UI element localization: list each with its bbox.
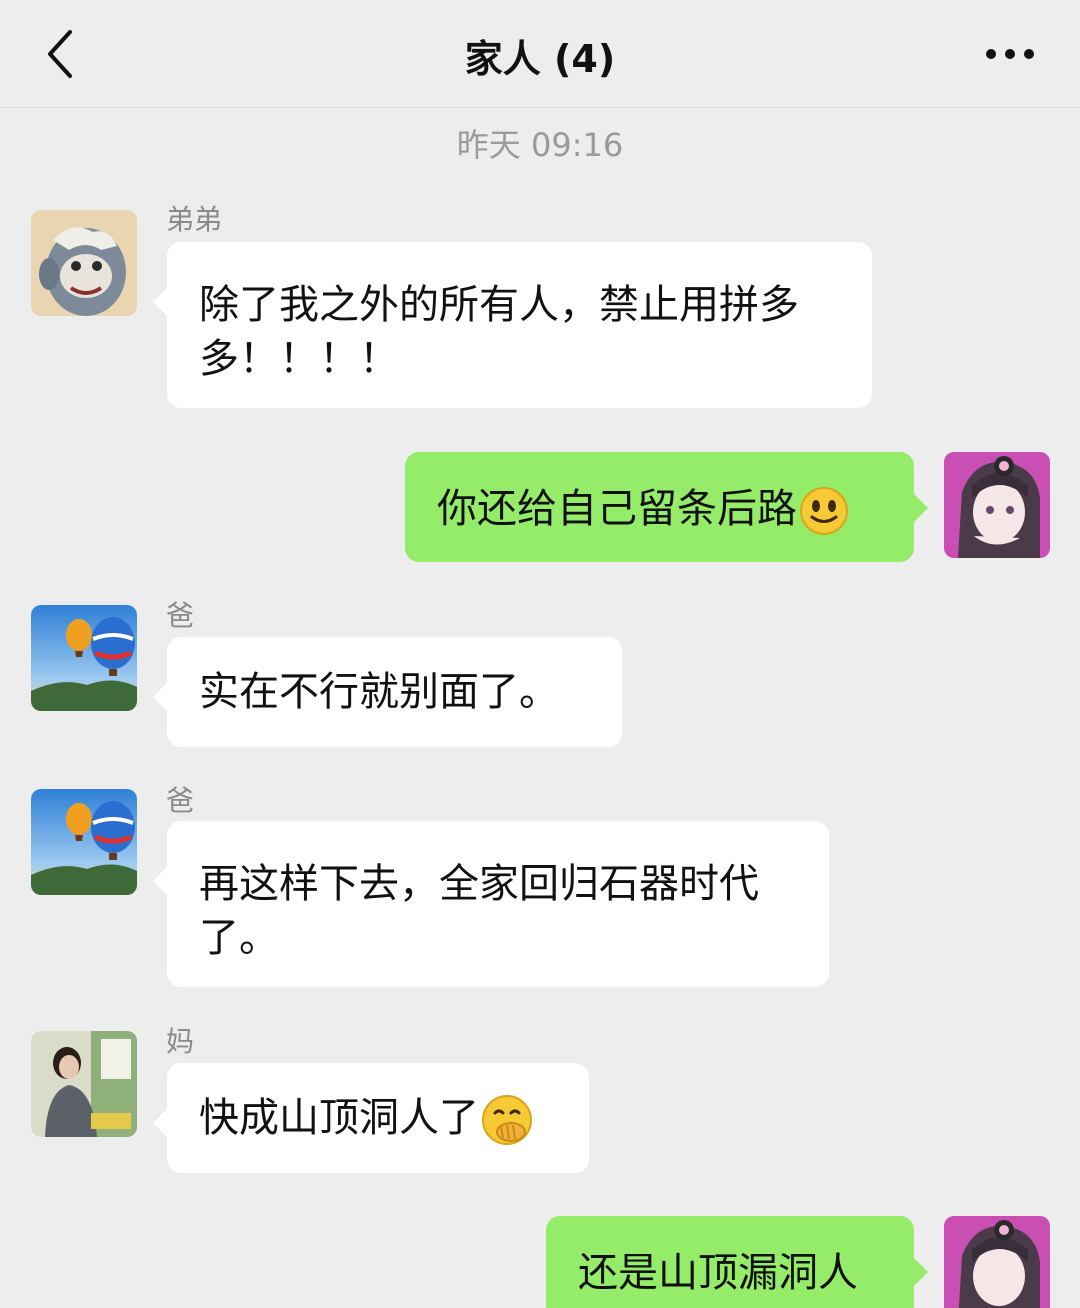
message-text: 再这样下去，全家回归石器时代了。 — [199, 861, 759, 961]
navigation-bar: 家人 (4) — [0, 0, 1080, 108]
hot-air-balloon-avatar — [31, 789, 137, 895]
sender-name: 爸 — [166, 599, 195, 632]
avatar-dad[interactable] — [31, 605, 137, 711]
sender-name: 爸 — [166, 784, 195, 817]
hot-air-balloon-avatar — [31, 605, 137, 711]
hand-over-mouth-emoji — [482, 1095, 532, 1145]
avatar-dad[interactable] — [31, 789, 137, 895]
message-text: 除了我之外的所有人，禁止用拼多多！！！！ — [199, 282, 799, 382]
message-text: 快成山顶洞人了 — [199, 1095, 479, 1141]
cartoon-cat-avatar — [31, 210, 137, 316]
anime-girl-avatar — [944, 452, 1050, 558]
message-bubble-outgoing[interactable]: 还是山顶漏洞人 — [546, 1216, 928, 1308]
message-text: 你还给自己留条后路 — [437, 486, 797, 532]
message-text: 还是山顶漏洞人 — [578, 1250, 858, 1296]
message-bubble[interactable]: 除了我之外的所有人，禁止用拼多多！！！！ — [153, 242, 872, 408]
avatar-mom[interactable] — [31, 1031, 137, 1137]
message-timestamp: 昨天 09:16 — [456, 126, 624, 164]
avatar-me[interactable] — [944, 1216, 1050, 1308]
more-button[interactable] — [980, 34, 1040, 74]
avatar-didi[interactable] — [31, 210, 137, 316]
sender-name: 妈 — [166, 1025, 195, 1058]
woman-photo-avatar — [31, 1031, 137, 1137]
chat-title: 家人 (4) — [464, 37, 616, 81]
sender-name: 弟弟 — [166, 203, 223, 236]
more-dots-icon — [986, 49, 1034, 59]
message-bubble[interactable]: 快成山顶洞人了 — [153, 1063, 589, 1173]
message-bubble[interactable]: 再这样下去，全家回归石器时代了。 — [153, 821, 829, 987]
message-text: 实在不行就别面了。 — [199, 669, 559, 715]
anime-girl-avatar — [944, 1216, 1050, 1308]
message-bubble[interactable]: 实在不行就别面了。 — [153, 637, 622, 747]
avatar-me[interactable] — [944, 452, 1050, 558]
message-bubble-outgoing[interactable]: 你还给自己留条后路 — [405, 452, 928, 562]
smile-emoji — [800, 487, 848, 535]
